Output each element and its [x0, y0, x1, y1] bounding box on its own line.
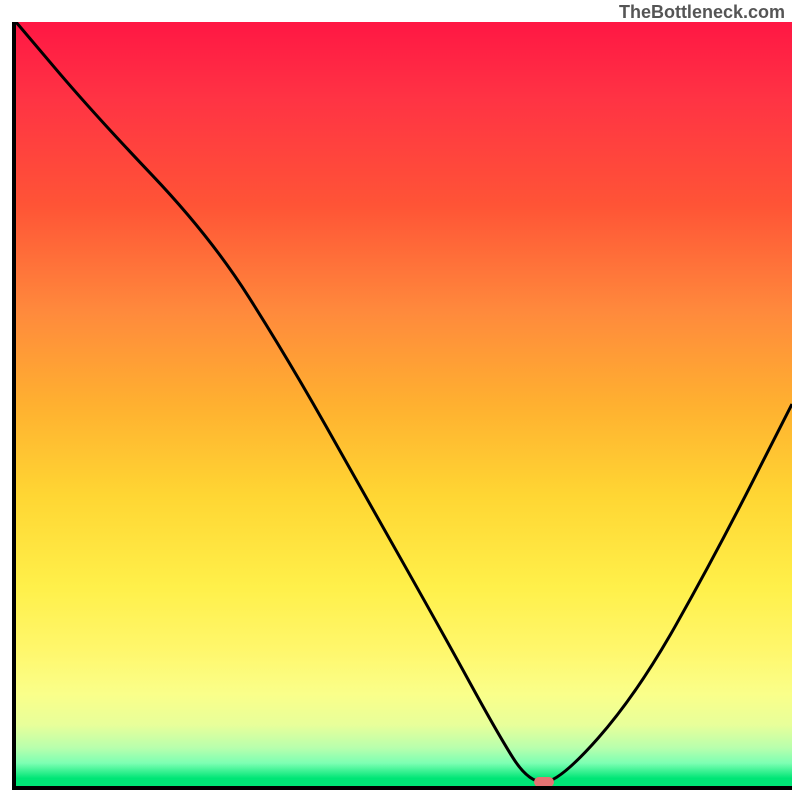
optimal-point-marker — [534, 777, 554, 787]
chart-plot-area — [12, 22, 792, 790]
watermark-text: TheBottleneck.com — [619, 2, 785, 23]
bottleneck-curve — [16, 22, 792, 786]
